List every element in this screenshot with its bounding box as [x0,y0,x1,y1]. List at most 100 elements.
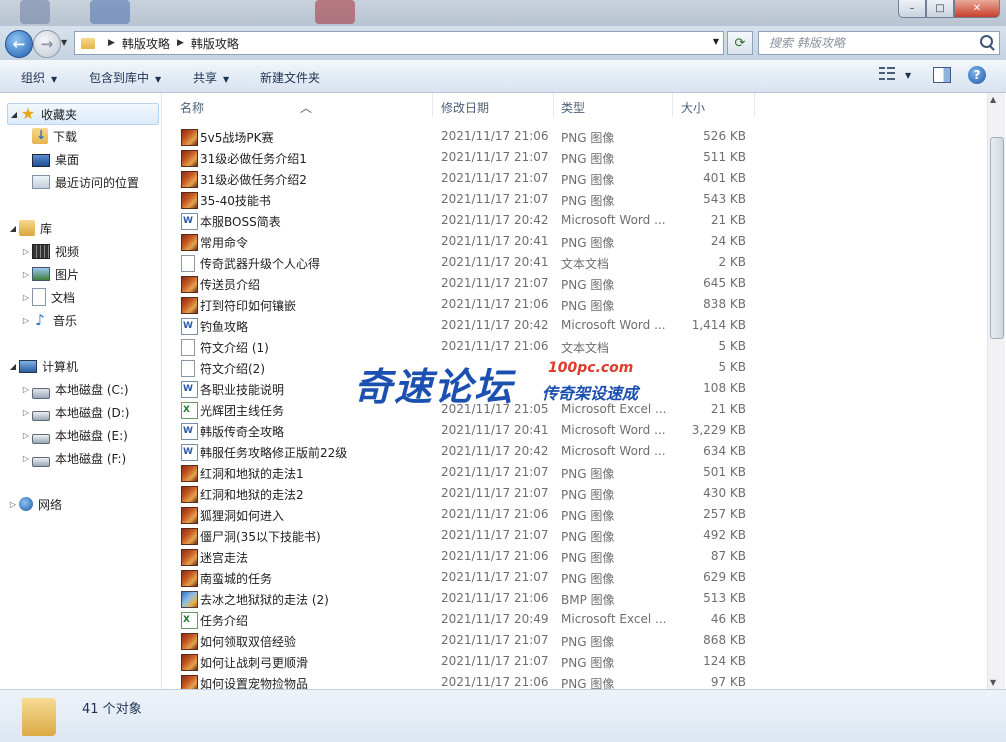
file-row[interactable]: 如何设置宠物捡物品 2021/11/17 21:06 PNG 图像 97 KB [162,672,782,689]
nav-network[interactable]: ▷ 网络 [7,494,62,514]
file-row[interactable]: 31级必做任务介绍1 2021/11/17 21:07 PNG 图像 511 KB [162,147,782,168]
close-button[interactable]: ✕ [954,0,1000,18]
column-divider[interactable] [553,93,554,117]
file-row[interactable]: 光辉团主线任务 2021/11/17 21:05 Microsoft Excel .… [162,399,782,420]
column-header-name[interactable]: 名称 [180,99,204,116]
column-divider[interactable] [672,93,673,117]
nav-drive-f[interactable]: ▷ 本地磁盘 (F:) [20,448,126,468]
search-input[interactable] [767,35,981,51]
maximize-button[interactable]: □ [926,0,954,18]
nav-label: 最近访问的位置 [55,175,140,190]
nav-computer[interactable]: ◢ 计算机 [7,356,78,376]
chevron-down-icon[interactable]: ▼ [905,71,911,80]
file-row[interactable]: 迷宫走法 2021/11/17 21:06 PNG 图像 87 KB [162,546,782,567]
file-row[interactable]: 符文介绍(2) 5 KB [162,357,782,378]
file-row[interactable]: 僵尸洞(35以下技能书) 2021/11/17 21:07 PNG 图像 492 KB [162,525,782,546]
column-divider[interactable] [432,93,433,117]
nav-libraries[interactable]: ◢ 库 [7,218,52,238]
file-row[interactable]: 红洞和地狱的走法1 2021/11/17 21:07 PNG 图像 501 KB [162,462,782,483]
file-row[interactable]: 传送员介绍 2021/11/17 21:07 PNG 图像 645 KB [162,273,782,294]
breadcrumb-item[interactable]: 韩版攻略 [191,35,239,52]
file-row[interactable]: 如何让战刺弓更顺滑 2021/11/17 21:07 PNG 图像 124 KB [162,651,782,672]
file-modified-date: 2021/11/17 21:07 [441,570,549,584]
file-row[interactable]: 南蛮城的任务 2021/11/17 21:07 PNG 图像 629 KB [162,567,782,588]
back-button[interactable]: ← [5,30,33,58]
view-options-icon[interactable] [879,67,895,81]
nav-desktop[interactable]: 桌面 [32,149,79,169]
chevron-right-icon[interactable]: ▶ [108,38,115,48]
expand-arrow-icon[interactable]: ◢ [7,362,19,371]
nav-recent[interactable]: 最近访问的位置 [32,172,139,192]
scrollbar-thumb[interactable] [990,137,1004,339]
file-row[interactable]: 红洞和地狱的走法2 2021/11/17 21:07 PNG 图像 430 KB [162,483,782,504]
file-row[interactable]: 传奇武器升级个人心得 2021/11/17 20:41 文本文档 2 KB [162,252,782,273]
help-icon[interactable]: ? [968,66,986,84]
collapse-arrow-icon[interactable]: ▷ [20,454,32,463]
collapse-arrow-icon[interactable]: ▷ [20,316,32,325]
chevron-right-icon[interactable]: ▶ [177,38,184,48]
file-row[interactable]: 符文介绍 (1) 2021/11/17 21:06 文本文档 5 KB [162,336,782,357]
nav-pictures[interactable]: ▷ 图片 [20,264,79,284]
expand-arrow-icon[interactable]: ◢ [8,110,20,119]
column-divider[interactable] [754,93,755,117]
collapse-arrow-icon[interactable]: ▷ [20,408,32,417]
nav-music[interactable]: ▷ ♪ 音乐 [20,310,77,330]
collapse-arrow-icon[interactable]: ▷ [20,431,32,440]
video-icon [32,243,50,259]
nav-drive-d[interactable]: ▷ 本地磁盘 (D:) [20,402,129,422]
hard-drive-icon [32,434,50,444]
include-library-button[interactable]: 包含到库中 ▼ [89,69,161,86]
column-header-size[interactable]: 大小 [681,99,705,116]
nav-favorites[interactable]: ◢ ★ 收藏夹 [7,103,159,125]
minimize-button[interactable]: – [898,0,926,18]
file-row[interactable]: 本服BOSS简表 2021/11/17 20:42 Microsoft Word .… [162,210,782,231]
organize-button[interactable]: 组织 ▼ [21,69,57,86]
nav-drive-c[interactable]: ▷ 本地磁盘 (C:) [20,379,129,399]
file-row[interactable]: 31级必做任务介绍2 2021/11/17 21:07 PNG 图像 401 KB [162,168,782,189]
file-type: PNG 图像 [561,656,615,670]
breadcrumb-item[interactable]: 韩版攻略 [122,35,170,52]
file-row[interactable]: 常用命令 2021/11/17 20:41 PNG 图像 24 KB [162,231,782,252]
column-header-type[interactable]: 类型 [561,99,585,116]
file-row[interactable]: 狐狸洞如何进入 2021/11/17 21:06 PNG 图像 257 KB [162,504,782,525]
collapse-arrow-icon[interactable]: ▷ [7,500,19,509]
nav-videos[interactable]: ▷ 视频 [20,241,79,261]
file-size: 257 KB [703,507,746,521]
file-row[interactable]: 钓鱼攻略 2021/11/17 20:42 Microsoft Word ... 1,… [162,315,782,336]
collapse-arrow-icon[interactable]: ▷ [20,270,32,279]
png-image-icon [181,654,198,671]
nav-documents[interactable]: ▷ 文档 [20,287,75,307]
recent-pages-dropdown[interactable]: ▼ [61,38,67,47]
column-header-date[interactable]: 修改日期 [441,99,489,116]
file-row[interactable]: 35-40技能书 2021/11/17 21:07 PNG 图像 543 KB [162,189,782,210]
search-icon[interactable] [980,35,993,48]
refresh-button[interactable]: ⟳ [727,31,753,55]
scroll-down-icon[interactable]: ▼ [990,678,996,687]
preview-pane-icon[interactable] [933,67,951,83]
collapse-arrow-icon[interactable]: ▷ [20,293,32,302]
word-document-icon [181,444,198,461]
scroll-up-icon[interactable]: ▲ [990,95,996,104]
share-button[interactable]: 共享 ▼ [193,69,229,86]
file-row[interactable]: 打到符印如何镶嵌 2021/11/17 21:06 PNG 图像 838 KB [162,294,782,315]
word-document-icon [181,213,198,230]
collapse-arrow-icon[interactable]: ▷ [20,247,32,256]
collapse-arrow-icon[interactable]: ▷ [20,385,32,394]
file-row[interactable]: 各职业技能说明 108 KB [162,378,782,399]
address-bar[interactable]: ▶ 韩版攻略 ▶ 韩版攻略 ▼ [74,31,724,55]
file-row[interactable]: 5v5战场PK赛 2021/11/17 21:06 PNG 图像 526 KB [162,126,782,147]
chevron-down-icon[interactable]: ▼ [713,37,719,46]
nav-downloads[interactable]: 下载 [32,126,77,146]
file-row[interactable]: 去冰之地狱狱的走法 (2) 2021/11/17 21:06 BMP 图像 513 K… [162,588,782,609]
file-row[interactable]: 韩版传奇全攻略 2021/11/17 20:41 Microsoft Word ..… [162,420,782,441]
file-name: 如何设置宠物捡物品 [200,677,309,689]
forward-button[interactable]: → [33,30,61,58]
vertical-scrollbar[interactable]: ▲ ▼ [987,93,1005,689]
nav-drive-e[interactable]: ▷ 本地磁盘 (E:) [20,425,128,445]
expand-arrow-icon[interactable]: ◢ [7,224,19,233]
file-modified-date: 2021/11/17 20:42 [441,318,549,332]
file-row[interactable]: 如何领取双倍经验 2021/11/17 21:07 PNG 图像 868 KB [162,630,782,651]
new-folder-button[interactable]: 新建文件夹 [260,69,320,86]
file-row[interactable]: 韩服任务攻略修正版前22级 2021/11/17 20:42 Microsoft W… [162,441,782,462]
file-row[interactable]: 任务介绍 2021/11/17 20:49 Microsoft Excel ... 4… [162,609,782,630]
